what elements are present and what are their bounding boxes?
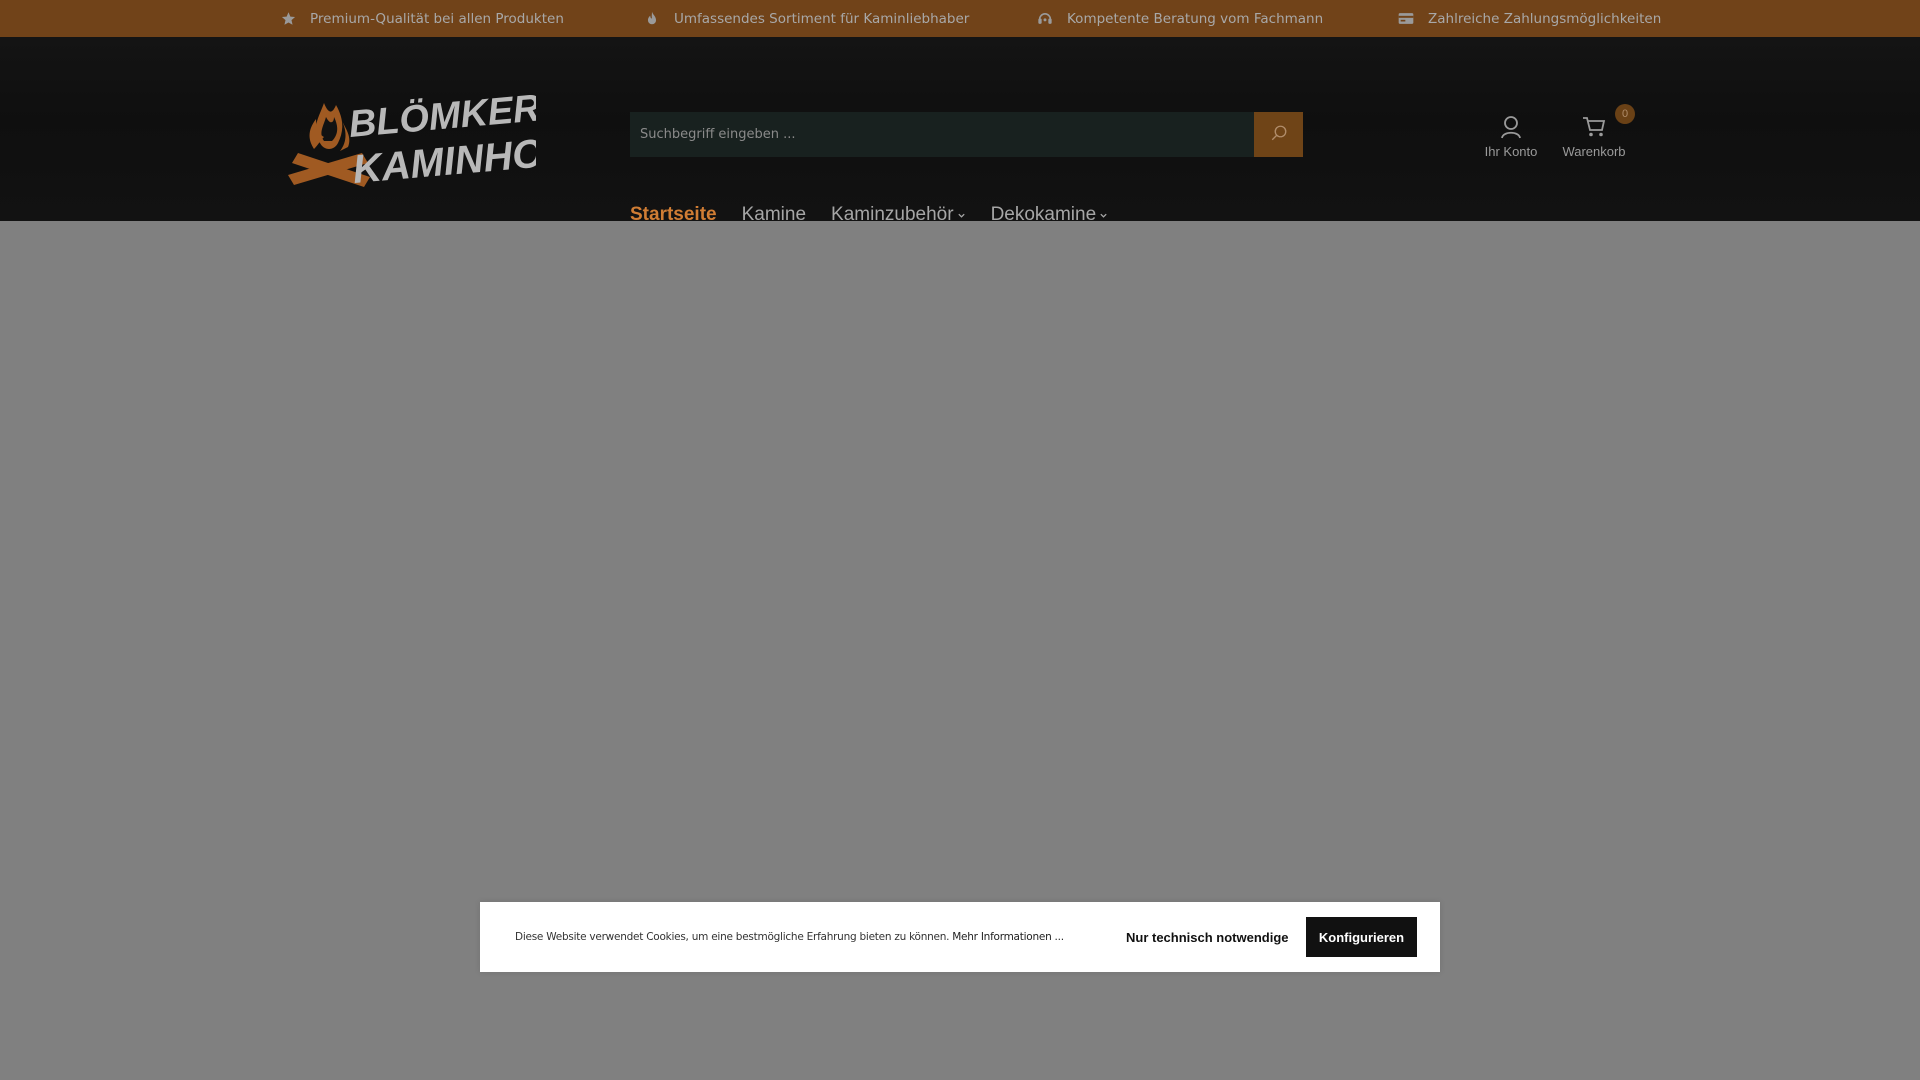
usp-item-assortment: Umfassendes Sortiment für Kaminliebhaber <box>644 0 969 37</box>
usp-item-quality: Premium-Qualität bei allen Produkten <box>280 0 564 37</box>
usp-item-payment: Zahlreiche Zahlungsmöglichkeiten <box>1398 0 1661 37</box>
usp-item-consulting: Kompetente Beratung vom Fachmann <box>1037 0 1323 37</box>
usp-text: Umfassendes Sortiment für Kaminliebhaber <box>674 10 970 27</box>
search-icon <box>1270 124 1288 145</box>
more-info-link[interactable]: Mehr Informationen ... <box>952 931 1064 943</box>
chevron-down-icon <box>957 211 966 220</box>
usp-text: Zahlreiche Zahlungsmöglichkeiten <box>1428 10 1662 27</box>
star-icon <box>280 11 296 27</box>
account-link[interactable]: Ihr Konto <box>1478 112 1544 167</box>
site-header: BLÖMKER KAMINHOLZ Startseite Kamine Kami… <box>0 37 1920 225</box>
usp-text: Kompetente Beratung vom Fachmann <box>1067 10 1324 27</box>
search-input[interactable] <box>630 112 1254 157</box>
usp-bar: Premium-Qualität bei allen Produkten Umf… <box>0 0 1920 37</box>
user-icon <box>1500 112 1522 142</box>
cookie-message: Diese Website verwendet Cookies, um eine… <box>515 931 950 943</box>
headset-icon <box>1037 11 1053 27</box>
cart-count-badge: 0 <box>1615 104 1635 124</box>
usp-text: Premium-Qualität bei allen Produkten <box>310 10 564 27</box>
configure-cookies-button[interactable]: Konfigurieren <box>1306 917 1417 957</box>
cookie-banner: Diese Website verwendet Cookies, um eine… <box>480 902 1440 972</box>
logo-graphic: BLÖMKER KAMINHOLZ <box>288 93 536 192</box>
flame-icon <box>644 11 660 27</box>
chevron-down-icon <box>1099 211 1108 220</box>
search-button[interactable] <box>1254 112 1303 157</box>
account-label: Ihr Konto <box>1484 144 1538 159</box>
cart-icon <box>1582 112 1606 142</box>
brand-logo[interactable]: BLÖMKER KAMINHOLZ <box>284 93 536 223</box>
necessary-cookies-button[interactable]: Nur technisch notwendige <box>1118 917 1297 957</box>
search-bar <box>630 112 1303 157</box>
cookie-text: Diese Website verwendet Cookies, um eine… <box>515 902 1064 972</box>
cart-label: Warenkorb <box>1562 144 1626 159</box>
credit-card-icon <box>1398 11 1414 27</box>
cart-link[interactable]: Warenkorb 0 <box>1558 104 1635 167</box>
